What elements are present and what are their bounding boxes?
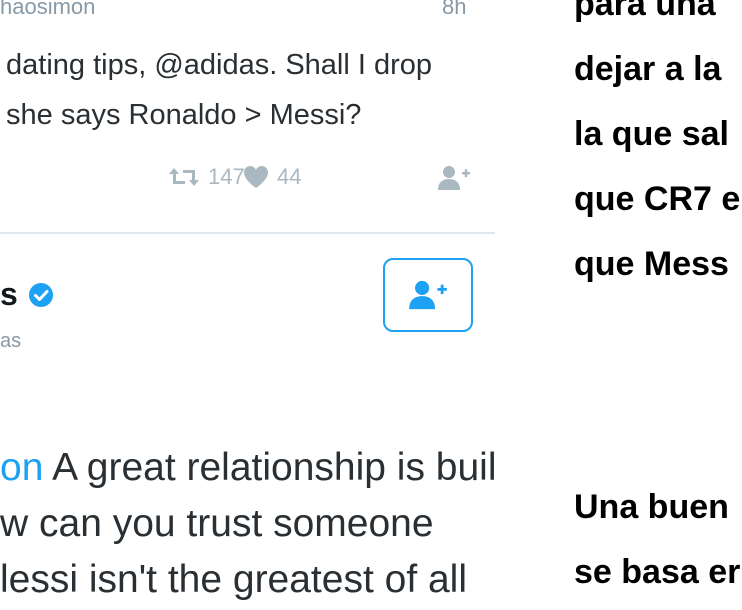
retweet-count: 147 bbox=[208, 164, 245, 189]
add-user-icon bbox=[409, 280, 447, 310]
like-action[interactable]: 44 bbox=[243, 164, 301, 190]
profile-handle[interactable]: as bbox=[0, 330, 21, 353]
tweet-screenshot: haosimon 8h dating tips, @adidas. Shall … bbox=[0, 0, 495, 610]
verified-badge-icon bbox=[28, 282, 53, 307]
caption-line: Una buen bbox=[574, 488, 729, 526]
add-user-icon bbox=[438, 166, 470, 190]
caption-line: que CR7 e bbox=[574, 180, 741, 218]
caption-line: dejar a la bbox=[574, 50, 722, 88]
caption-panel: para una dejar a la la que sal que CR7 e… bbox=[556, 0, 742, 610]
reply-text-line: dating tips, @adidas. Shall I drop bbox=[6, 49, 433, 81]
tweet-text-line: lessi isn't the greatest of all bbox=[0, 558, 468, 601]
profile-name-text: s bbox=[0, 276, 18, 312]
follow-action[interactable] bbox=[437, 164, 471, 192]
tweet-text: on A great relationship is built w can y… bbox=[0, 440, 495, 608]
tweet-text-segment: A great relationship is built bbox=[43, 446, 495, 489]
reply-text-line: she says Ronaldo > Messi? bbox=[6, 99, 362, 131]
reply-timestamp[interactable]: 8h bbox=[442, 0, 466, 20]
caption-line: se basa er bbox=[574, 553, 741, 591]
reply-text: dating tips, @adidas. Shall I drop she s… bbox=[6, 40, 491, 140]
profile-name[interactable]: s bbox=[0, 276, 54, 313]
tweet-divider bbox=[0, 232, 495, 234]
caption-line: para una bbox=[574, 0, 716, 23]
heart-icon bbox=[244, 166, 268, 188]
mention-link[interactable]: on bbox=[0, 446, 43, 489]
like-count: 44 bbox=[277, 164, 302, 189]
retweet-action[interactable]: 147 bbox=[168, 164, 245, 190]
tweet-text-line: on A great relationship is built bbox=[0, 440, 495, 496]
caption-line: la que sal bbox=[574, 115, 729, 153]
tweet-text-line: w can you trust someone bbox=[0, 502, 434, 545]
follow-button[interactable] bbox=[383, 258, 473, 332]
caption-line: que Mess bbox=[574, 245, 729, 283]
retweet-icon bbox=[169, 168, 199, 186]
reply-author-handle[interactable]: haosimon bbox=[0, 0, 95, 20]
